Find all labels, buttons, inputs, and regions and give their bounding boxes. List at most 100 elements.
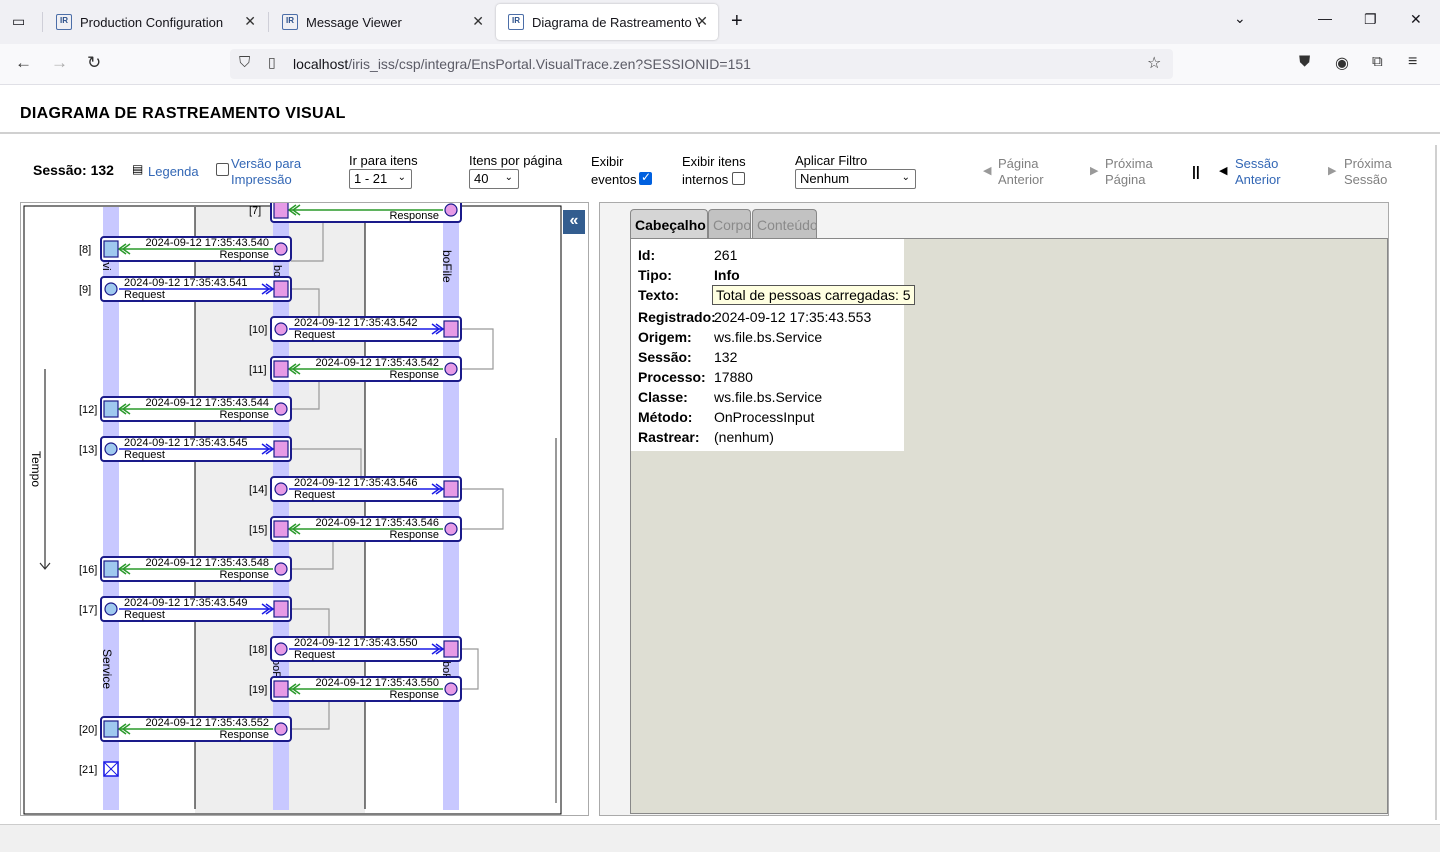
close-icon[interactable]: ✕: [244, 13, 256, 30]
chevron-down-icon[interactable]: ⌄: [1234, 10, 1246, 27]
legend-link[interactable]: Legenda: [148, 164, 199, 179]
message-type: Response: [219, 729, 269, 741]
window-close-icon[interactable]: ✕: [1410, 11, 1422, 28]
extensions-icon[interactable]: ⧉: [1372, 53, 1383, 70]
target-square: [273, 680, 289, 698]
tab-body[interactable]: Corpo: [708, 209, 751, 240]
message-row: [13] 2024-09-12 17:35:43.545Request: [79, 436, 292, 462]
collapse-diagram-button[interactable]: «: [563, 210, 585, 234]
iris-icon: IR: [56, 14, 72, 30]
print-version-link-line1[interactable]: Versão para: [231, 156, 301, 171]
field-value-registered: 2024-09-12 17:35:43.553: [714, 309, 872, 325]
apply-filter-select[interactable]: Nenhum ⌄: [795, 169, 916, 189]
target-square: [103, 400, 119, 418]
next-page-icon[interactable]: ▶: [1090, 164, 1098, 177]
source-circle: [274, 242, 288, 256]
field-label: Rastrear:: [638, 429, 700, 445]
reload-icon[interactable]: ↻: [87, 53, 101, 73]
show-events-checkbox[interactable]: [639, 170, 652, 185]
message-row: [8] 2024-09-12 17:35:43.540Response: [79, 236, 292, 262]
items-per-page-value: 40: [474, 171, 489, 186]
message-type: Request: [294, 649, 335, 661]
tab-label: Message Viewer: [306, 14, 402, 30]
message-row: [12] 2024-09-12 17:35:43.544Response: [79, 396, 292, 422]
account-icon[interactable]: ◉: [1335, 53, 1349, 73]
field-value-text: Total de pessoas carregadas: 5: [712, 285, 915, 305]
url-host: localhost: [293, 56, 349, 72]
message-row: [15] 2024-09-12 17:35:43.546Response: [249, 516, 462, 542]
tab-header[interactable]: Cabeçalho: [630, 209, 708, 240]
close-icon[interactable]: ✕: [472, 13, 484, 30]
next-session-line1[interactable]: Próxima: [1344, 156, 1392, 171]
message-row: [17] 2024-09-12 17:35:43.549Request: [79, 596, 292, 622]
message-timestamp: 2024-09-12 17:35:43.542: [315, 357, 439, 369]
message-row: [14] 2024-09-12 17:35:43.546Request: [249, 476, 462, 502]
message-index: [16]: [79, 564, 97, 576]
message-index: [20]: [79, 724, 97, 736]
tab-visual-trace[interactable]: IR Diagrama de Rastreamento Visu ✕: [496, 4, 718, 40]
message-type: Response: [389, 369, 439, 381]
show-internal-label-line2: internos: [682, 172, 729, 187]
next-session-line2[interactable]: Sessão: [1344, 172, 1387, 187]
message-index: [10]: [249, 324, 267, 336]
message-timestamp: 2024-09-12 17:35:43.544: [145, 397, 269, 409]
minimize-icon[interactable]: —: [1318, 10, 1332, 26]
source-circle: [274, 482, 288, 496]
next-page-line2[interactable]: Página: [1105, 172, 1145, 187]
message-type: Response: [219, 249, 269, 261]
message-index: [21]: [79, 764, 97, 776]
legend-icon: ▤: [132, 162, 144, 176]
menu-icon[interactable]: ≡: [1408, 53, 1417, 71]
target-square: [273, 600, 289, 618]
print-version-checkbox[interactable]: [216, 163, 229, 176]
address-bar[interactable]: ⛉ ▯ localhost/iris_iss/csp/integra/EnsPo…: [230, 49, 1173, 79]
prev-session-line1[interactable]: Sessão: [1235, 156, 1278, 171]
field-value-method: OnProcessInput: [714, 409, 815, 425]
source-circle: [274, 722, 288, 736]
next-session-icon[interactable]: ▶: [1328, 164, 1336, 177]
message-index: [13]: [79, 444, 97, 456]
next-page-line1[interactable]: Próxima: [1105, 156, 1153, 171]
tab-message-viewer[interactable]: IR Message Viewer ✕: [270, 4, 494, 40]
message-row: [11] 2024-09-12 17:35:43.542Response: [249, 356, 462, 382]
prev-page-icon[interactable]: ◀: [983, 164, 991, 177]
prev-page-line1[interactable]: Página: [998, 156, 1038, 171]
message-index: [11]: [249, 364, 267, 376]
bookmark-star-icon[interactable]: ☆: [1147, 53, 1161, 73]
message-timestamp: 2024-09-12 17:35:43.550: [294, 637, 418, 649]
pause-icon[interactable]: ||: [1192, 163, 1200, 179]
tab-list-icon[interactable]: ▭: [12, 13, 25, 30]
prev-session-icon[interactable]: ◀: [1219, 164, 1227, 177]
field-label: Registrado:: [638, 309, 716, 325]
back-icon[interactable]: ←: [15, 53, 32, 73]
field-label: Origem:: [638, 329, 692, 345]
print-version-link-line2[interactable]: Impressão: [231, 172, 292, 187]
prev-page-line2[interactable]: Anterior: [998, 172, 1044, 187]
close-icon[interactable]: ✕: [696, 13, 708, 30]
field-value-class: ws.file.bs.Service: [714, 389, 823, 405]
restore-icon[interactable]: ❐: [1364, 11, 1377, 28]
message-row: [20] 2024-09-12 17:35:43.552Response: [79, 716, 292, 742]
message-timestamp: 2024-09-12 17:35:43.548: [145, 557, 269, 569]
browser-nav-bar: ← → ↻ ⛉ ▯ localhost/iris_iss/csp/integra…: [0, 44, 1440, 85]
field-label: Processo:: [638, 369, 706, 385]
show-events-label-line1: Exibir: [591, 154, 624, 169]
tab-production-configuration[interactable]: IR Production Configuration ✕: [44, 4, 266, 40]
tab-separator: [268, 12, 269, 32]
forward-icon[interactable]: →: [51, 53, 68, 73]
target-square: [273, 280, 289, 298]
pocket-icon[interactable]: ⛊: [1299, 53, 1310, 70]
target-square: [443, 640, 459, 658]
message-index: [12]: [79, 404, 97, 416]
show-internal-label-line1: Exibir itens: [682, 154, 746, 169]
goto-items-select[interactable]: 1 - 21 ⌄: [349, 169, 412, 189]
time-axis-label: Tempo: [29, 451, 43, 487]
show-internal-checkbox[interactable]: [732, 172, 745, 185]
iris-icon: IR: [282, 14, 298, 30]
tab-contents[interactable]: Conteúdo: [752, 209, 818, 240]
new-tab-icon[interactable]: +: [731, 10, 743, 33]
prev-session-line2[interactable]: Anterior: [1235, 172, 1281, 187]
source-circle: [444, 682, 458, 696]
items-per-page-select[interactable]: 40 ⌄: [469, 169, 519, 189]
message-index: [18]: [249, 644, 267, 656]
